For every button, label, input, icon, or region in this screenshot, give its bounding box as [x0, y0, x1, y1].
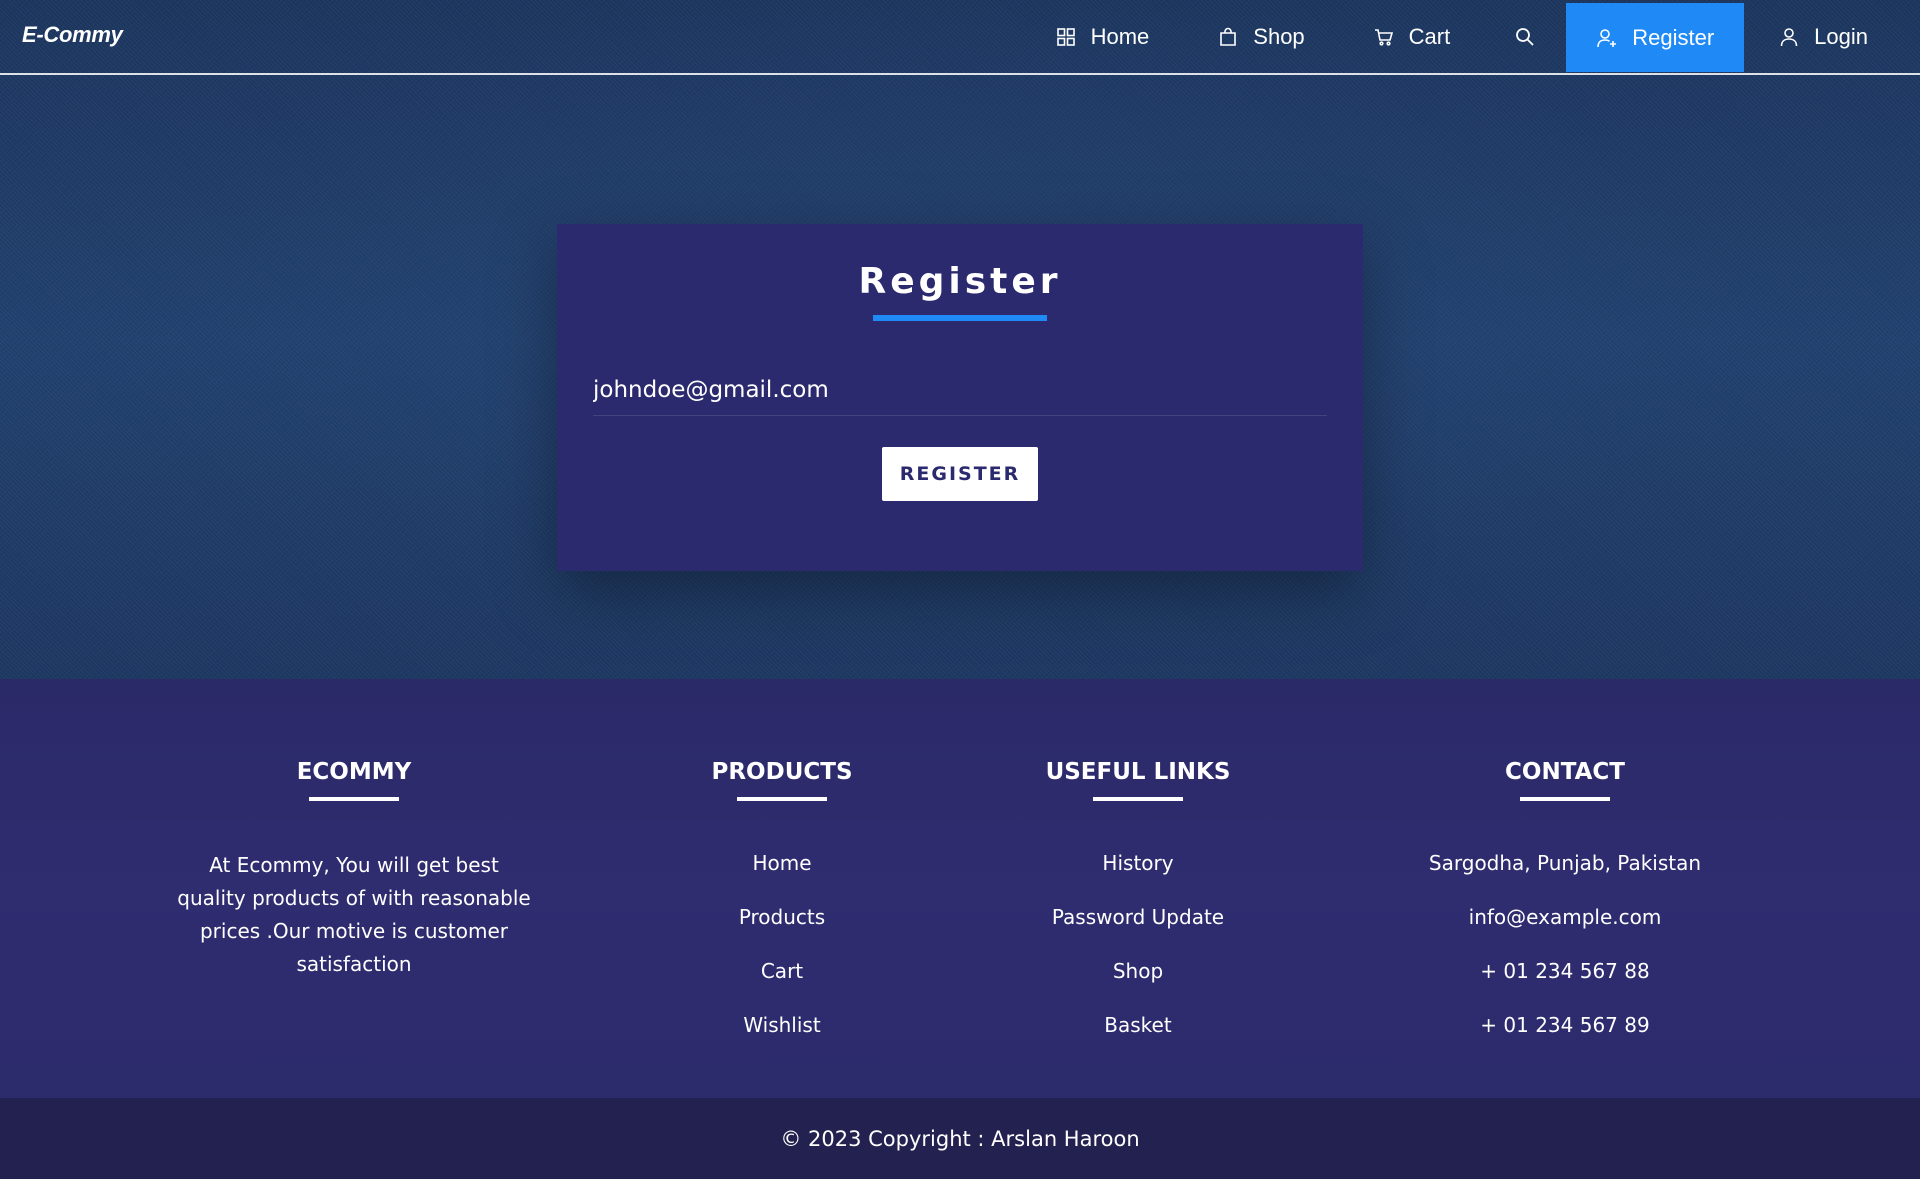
contact-phone-1: + 01 234 567 88 [1480, 959, 1650, 983]
footer-about-text: At Ecommy, You will get best quality pro… [177, 853, 531, 976]
footer-about-heading: ECOMMY [296, 759, 412, 785]
footer-useful-links-heading: USEFUL LINKS [1045, 759, 1231, 785]
nav-shop-label: Shop [1253, 23, 1305, 49]
nav-cart[interactable]: Cart [1339, 0, 1485, 73]
nav-register-label: Register [1632, 24, 1715, 50]
contact-email[interactable]: info@example.com [1365, 902, 1765, 956]
brand-logo[interactable]: E-Commy [22, 22, 123, 48]
footer-heading-underline [1520, 797, 1610, 801]
contact-address: Sargodha, Punjab, Pakistan [1428, 851, 1702, 875]
hero-section: Register REGISTER [0, 0, 1920, 679]
nav-menu: Home Shop Cart Register Login [1021, 0, 1920, 73]
title-underline [873, 315, 1047, 321]
nav-search[interactable] [1484, 0, 1566, 73]
footer-link-history[interactable]: History [938, 848, 1338, 902]
nav-home[interactable]: Home [1021, 0, 1184, 73]
footer-link-password-update[interactable]: Password Update [938, 902, 1338, 956]
register-submit-button[interactable]: REGISTER [882, 447, 1038, 501]
search-icon [1514, 26, 1536, 48]
register-card: Register REGISTER [557, 224, 1363, 571]
copyright-bar: © 2023 Copyright : Arslan Haroon [0, 1098, 1920, 1179]
copyright-text: © 2023 Copyright : Arslan Haroon [780, 1126, 1140, 1151]
footer-heading-underline [309, 797, 399, 801]
footer-heading-underline [1093, 797, 1183, 801]
footer-link-shop[interactable]: Shop [938, 956, 1338, 1010]
footer-link-home[interactable]: Home [582, 848, 982, 902]
nav-cart-label: Cart [1408, 23, 1451, 49]
register-title: Register [858, 261, 1062, 302]
footer-link-basket[interactable]: Basket [938, 1010, 1338, 1064]
nav-shop[interactable]: Shop [1183, 0, 1338, 73]
contact-phone-2: + 01 234 567 89 [1480, 1013, 1650, 1037]
footer-products-heading: PRODUCTS [711, 759, 853, 785]
nav-home-label: Home [1090, 23, 1150, 49]
nav-register[interactable]: Register [1566, 3, 1745, 72]
footer-link-products[interactable]: Products [582, 902, 982, 956]
user-add-icon [1596, 27, 1618, 49]
navbar: E-Commy Home Shop Cart Register Login [0, 0, 1920, 75]
footer-link-cart[interactable]: Cart [582, 956, 982, 1010]
nav-login-label: Login [1814, 23, 1868, 49]
footer: ECOMMY At Ecommy, You will get best qual… [0, 679, 1920, 1098]
nav-login[interactable]: Login [1744, 0, 1920, 73]
footer-contact-heading: CONTACT [1505, 759, 1625, 785]
cart-icon [1373, 26, 1395, 48]
email-field[interactable] [593, 364, 1327, 416]
footer-link-wishlist[interactable]: Wishlist [582, 1010, 982, 1064]
user-icon [1778, 26, 1800, 48]
footer-heading-underline [737, 797, 827, 801]
shopping-bag-icon [1217, 26, 1239, 48]
grid-icon [1055, 26, 1077, 48]
